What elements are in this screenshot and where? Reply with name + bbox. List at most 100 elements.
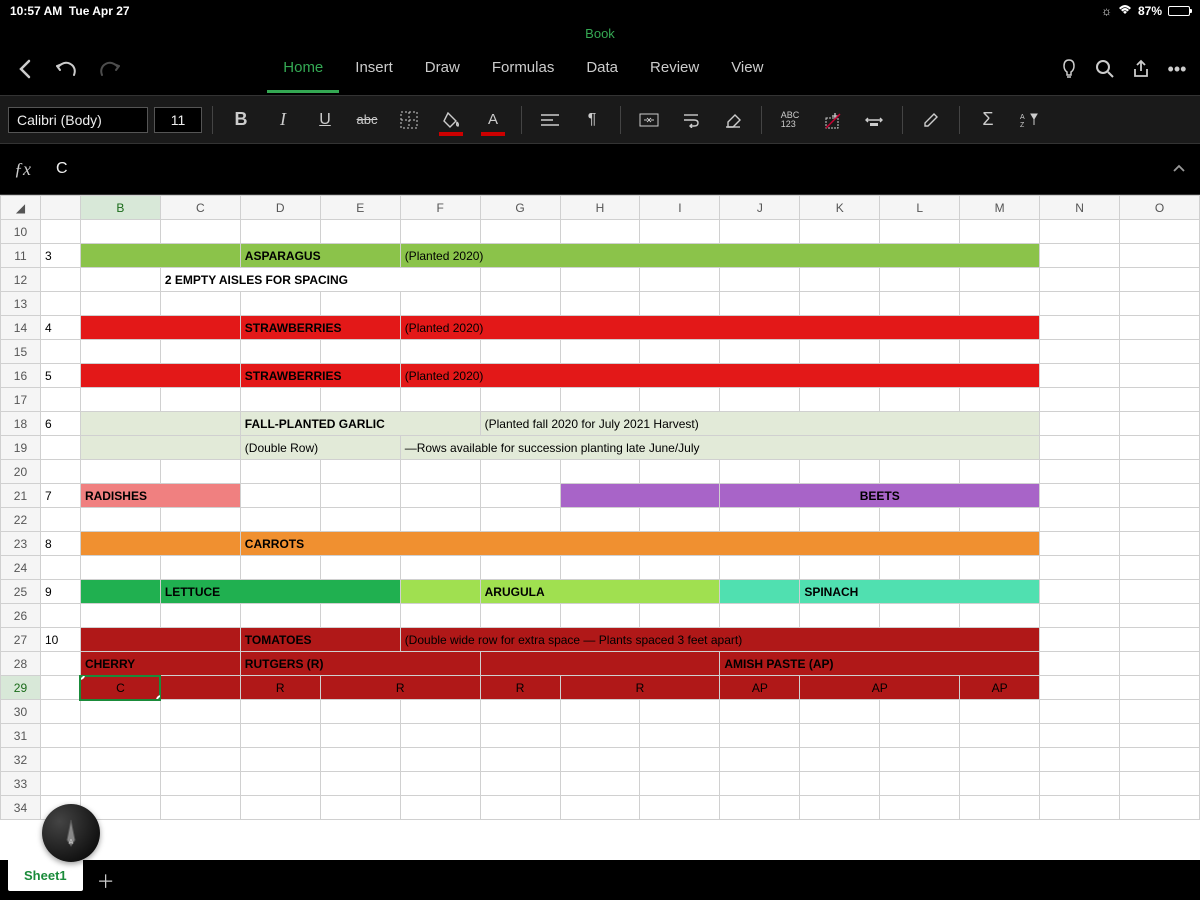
cell-O11[interactable] (1120, 244, 1200, 268)
cell-E17[interactable] (320, 388, 400, 412)
col-header-E[interactable]: E (320, 196, 400, 220)
cell-G22[interactable] (480, 508, 560, 532)
cell-B32[interactable] (80, 748, 160, 772)
cell-M34[interactable] (960, 796, 1040, 820)
cell-E26[interactable] (320, 604, 400, 628)
cell-L20[interactable] (880, 460, 960, 484)
fill-color-button[interactable] (433, 102, 469, 138)
cell-A11[interactable]: 3 (40, 244, 80, 268)
row-header-24[interactable]: 24 (1, 556, 41, 580)
cell-O31[interactable] (1120, 724, 1200, 748)
cell-B12[interactable] (80, 268, 160, 292)
cell-L31[interactable] (880, 724, 960, 748)
cell-I20[interactable] (640, 460, 720, 484)
cell-D16[interactable]: STRAWBERRIES (240, 364, 400, 388)
cell-M33[interactable] (960, 772, 1040, 796)
cell-D29[interactable]: R (240, 676, 320, 700)
cell-B27[interactable] (80, 628, 240, 652)
cell-J33[interactable] (720, 772, 800, 796)
cell-K31[interactable] (800, 724, 880, 748)
cell-D13[interactable] (240, 292, 320, 316)
cell-H15[interactable] (560, 340, 640, 364)
lightbulb-icon[interactable] (1054, 54, 1084, 84)
cell-C30[interactable] (160, 700, 240, 724)
row-header-20[interactable]: 20 (1, 460, 41, 484)
cell-M20[interactable] (960, 460, 1040, 484)
cell-F33[interactable] (400, 772, 480, 796)
cell-G25[interactable]: ARUGULA (480, 580, 720, 604)
cell-O14[interactable] (1120, 316, 1200, 340)
insert-delete-button[interactable] (814, 102, 850, 138)
align-button[interactable] (532, 102, 568, 138)
merge-button[interactable] (631, 102, 667, 138)
cell-C29[interactable] (160, 676, 240, 700)
cell-A10[interactable] (40, 220, 80, 244)
cell-J15[interactable] (720, 340, 800, 364)
row-header-25[interactable]: 25 (1, 580, 41, 604)
cell-K34[interactable] (800, 796, 880, 820)
cell-F19[interactable]: —Rows available for succession planting … (400, 436, 1039, 460)
col-header-L[interactable]: L (880, 196, 960, 220)
cell-D24[interactable] (240, 556, 320, 580)
row-header-18[interactable]: 18 (1, 412, 41, 436)
cell-K29[interactable]: AP (800, 676, 960, 700)
cell-H33[interactable] (560, 772, 640, 796)
cell-H10[interactable] (560, 220, 640, 244)
cell-K32[interactable] (800, 748, 880, 772)
cell-C24[interactable] (160, 556, 240, 580)
cell-O19[interactable] (1120, 436, 1200, 460)
search-icon[interactable] (1090, 54, 1120, 84)
cell-F30[interactable] (400, 700, 480, 724)
cell-N21[interactable] (1040, 484, 1120, 508)
more-icon[interactable]: ••• (1162, 54, 1192, 84)
wrap-text-button[interactable] (673, 102, 709, 138)
cell-L32[interactable] (880, 748, 960, 772)
cell-D33[interactable] (240, 772, 320, 796)
cell-M10[interactable] (960, 220, 1040, 244)
row-header-27[interactable]: 27 (1, 628, 41, 652)
cell-A15[interactable] (40, 340, 80, 364)
cell-F17[interactable] (400, 388, 480, 412)
tab-review[interactable]: Review (634, 45, 715, 93)
cell-C25[interactable]: LETTUCE (160, 580, 400, 604)
cell-B30[interactable] (80, 700, 160, 724)
cell-M15[interactable] (960, 340, 1040, 364)
cell-A27[interactable]: 10 (40, 628, 80, 652)
font-color-button[interactable]: A (475, 102, 511, 138)
row-header-13[interactable]: 13 (1, 292, 41, 316)
cell-G30[interactable] (480, 700, 560, 724)
cell-K26[interactable] (800, 604, 880, 628)
cell-I24[interactable] (640, 556, 720, 580)
font-size-selector[interactable]: 11 (154, 107, 202, 133)
cell-K22[interactable] (800, 508, 880, 532)
cell-I10[interactable] (640, 220, 720, 244)
cell-K13[interactable] (800, 292, 880, 316)
cell-A20[interactable] (40, 460, 80, 484)
cell-B22[interactable] (80, 508, 160, 532)
cell-I34[interactable] (640, 796, 720, 820)
cell-J31[interactable] (720, 724, 800, 748)
cell-H31[interactable] (560, 724, 640, 748)
cell-O22[interactable] (1120, 508, 1200, 532)
cell-O32[interactable] (1120, 748, 1200, 772)
cell-F14[interactable]: (Planted 2020) (400, 316, 1039, 340)
cell-H32[interactable] (560, 748, 640, 772)
cell-D30[interactable] (240, 700, 320, 724)
cell-N14[interactable] (1040, 316, 1120, 340)
cell-C12[interactable]: 2 EMPTY AISLES FOR SPACING (160, 268, 480, 292)
cell-G13[interactable] (480, 292, 560, 316)
cell-F21[interactable] (400, 484, 480, 508)
cell-O29[interactable] (1120, 676, 1200, 700)
col-header-J[interactable]: J (720, 196, 800, 220)
tab-formulas[interactable]: Formulas (476, 45, 571, 93)
cell-G21[interactable] (480, 484, 560, 508)
cell-C15[interactable] (160, 340, 240, 364)
cell-C32[interactable] (160, 748, 240, 772)
cell-K17[interactable] (800, 388, 880, 412)
cell-A13[interactable] (40, 292, 80, 316)
col-header-N[interactable]: N (1040, 196, 1120, 220)
cell-E24[interactable] (320, 556, 400, 580)
cell-F11[interactable]: (Planted 2020) (400, 244, 1039, 268)
cell-O17[interactable] (1120, 388, 1200, 412)
cell-B28[interactable]: CHERRY (80, 652, 240, 676)
